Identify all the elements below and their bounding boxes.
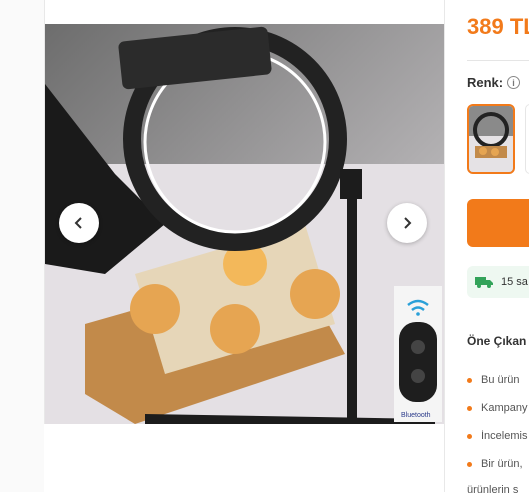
info-icon[interactable]: i	[507, 76, 520, 89]
price-divider	[467, 60, 529, 61]
divider-right	[444, 0, 445, 492]
gallery-next-button[interactable]	[387, 203, 427, 243]
feature-item: Kampany	[467, 402, 529, 414]
color-swatch-other[interactable]	[525, 104, 529, 174]
chevron-right-icon	[404, 217, 412, 229]
bullet	[467, 461, 472, 467]
shipping-info: 15 sa	[467, 266, 529, 298]
color-swatch-selected[interactable]	[467, 104, 515, 174]
feature-item: Bir ürün,	[467, 458, 529, 470]
add-to-cart-button[interactable]	[467, 199, 529, 247]
bullet	[467, 377, 472, 383]
gallery-bottom-area	[44, 424, 444, 492]
feature-item-continued: ürünlerin s	[467, 484, 519, 496]
truck-icon	[475, 277, 493, 288]
bullet	[467, 405, 472, 411]
product-main-image[interactable]: Bluetooth	[45, 24, 444, 424]
chevron-left-icon	[74, 217, 82, 229]
shipping-text: 15 sa	[501, 276, 528, 288]
features-title: Öne Çıkan	[467, 334, 527, 348]
bluetooth-label: Bluetooth	[401, 412, 431, 419]
color-label: Renk:	[467, 75, 504, 90]
feature-item: Bu ürün	[467, 374, 529, 386]
left-gutter	[0, 0, 44, 492]
gallery-prev-button[interactable]	[59, 203, 99, 243]
feature-item: İncelemis	[467, 430, 529, 442]
product-price: 389 TL	[467, 14, 529, 39]
bullet	[467, 433, 472, 439]
